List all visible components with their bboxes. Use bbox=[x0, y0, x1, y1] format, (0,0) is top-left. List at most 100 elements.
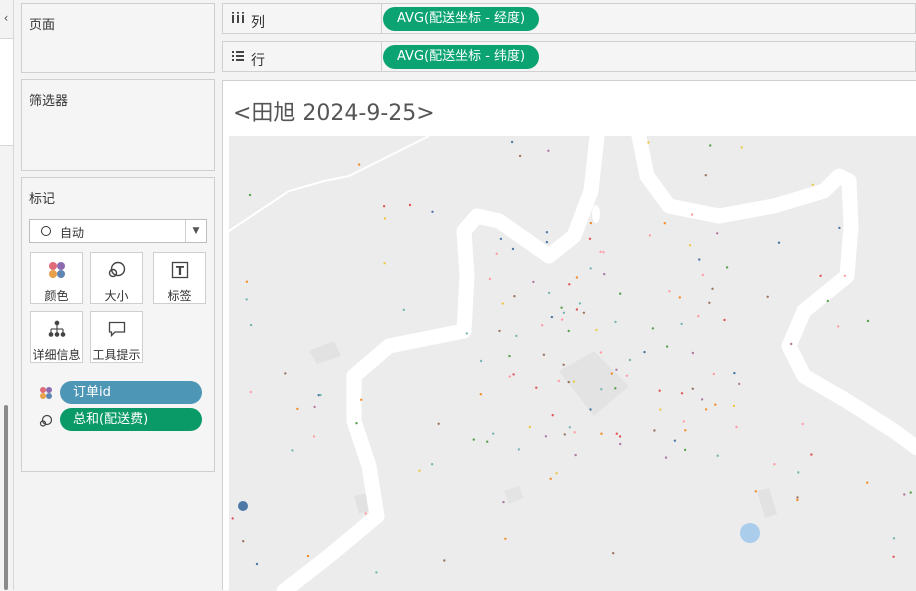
map-point[interactable] bbox=[712, 372, 715, 376]
map-point[interactable] bbox=[796, 498, 799, 502]
map-point[interactable] bbox=[573, 431, 576, 434]
map-point[interactable] bbox=[245, 298, 248, 301]
columns-pill-longitude[interactable]: AVG(配送坐标 - 经度) bbox=[383, 7, 540, 31]
map-point[interactable] bbox=[595, 328, 598, 332]
map-point[interactable] bbox=[472, 438, 475, 441]
map-point[interactable] bbox=[501, 302, 504, 305]
map-point[interactable] bbox=[716, 232, 719, 235]
map-point[interactable] bbox=[740, 146, 743, 149]
map-point[interactable] bbox=[492, 432, 495, 435]
map-point[interactable] bbox=[711, 287, 714, 290]
map-point[interactable] bbox=[567, 329, 570, 333]
map-point[interactable] bbox=[843, 274, 847, 277]
chevron-down-icon[interactable]: ▼ bbox=[185, 220, 206, 242]
map-point[interactable] bbox=[567, 380, 570, 384]
map-point[interactable] bbox=[541, 324, 544, 327]
field-pill-order-id[interactable]: 订单id bbox=[60, 381, 202, 404]
map-point[interactable] bbox=[575, 308, 579, 311]
map-point[interactable] bbox=[723, 318, 726, 322]
map-point[interactable] bbox=[704, 408, 708, 411]
map-point[interactable] bbox=[284, 372, 287, 375]
map-point[interactable] bbox=[574, 453, 577, 457]
map-point[interactable] bbox=[599, 351, 603, 354]
map-point[interactable] bbox=[568, 283, 571, 286]
map-point[interactable] bbox=[651, 327, 655, 330]
map-point[interactable] bbox=[248, 193, 252, 197]
map-point[interactable] bbox=[732, 404, 736, 408]
map-point[interactable] bbox=[437, 422, 440, 425]
map-point[interactable] bbox=[682, 420, 685, 423]
map-point[interactable] bbox=[664, 456, 668, 459]
map-point[interactable] bbox=[560, 306, 563, 309]
map-point[interactable] bbox=[866, 481, 869, 484]
map-point[interactable] bbox=[545, 231, 549, 234]
map-point[interactable] bbox=[443, 559, 446, 562]
map-point[interactable] bbox=[499, 237, 503, 241]
map-point[interactable] bbox=[714, 403, 717, 406]
map-point[interactable] bbox=[612, 552, 615, 555]
map-point[interactable] bbox=[683, 448, 687, 452]
sheet-title[interactable]: <田旭 2024-9-25> bbox=[233, 95, 435, 127]
map-point[interactable] bbox=[819, 274, 822, 277]
map-point[interactable] bbox=[510, 140, 514, 144]
map-point[interactable] bbox=[563, 433, 566, 436]
tooltip-button[interactable]: 工具提示 bbox=[90, 311, 143, 363]
map-point[interactable] bbox=[665, 345, 669, 348]
map-point[interactable] bbox=[680, 322, 683, 326]
map-point[interactable] bbox=[549, 477, 552, 480]
map-point[interactable] bbox=[528, 425, 531, 429]
map-point[interactable] bbox=[603, 272, 606, 276]
map-point[interactable] bbox=[663, 222, 666, 225]
map-point[interactable] bbox=[810, 453, 813, 456]
size-button[interactable]: 大小 bbox=[90, 252, 143, 304]
map-point[interactable] bbox=[684, 429, 687, 432]
map-point[interactable] bbox=[701, 273, 704, 277]
map-point[interactable] bbox=[488, 277, 492, 281]
map-point[interactable] bbox=[418, 469, 421, 472]
map-point[interactable] bbox=[811, 183, 814, 186]
map-point[interactable] bbox=[502, 500, 505, 504]
map-point[interactable] bbox=[698, 258, 701, 261]
map-point[interactable] bbox=[709, 144, 712, 147]
label-button[interactable]: T 标签 bbox=[153, 252, 206, 304]
map-point[interactable] bbox=[610, 372, 613, 375]
map-point[interactable] bbox=[708, 301, 711, 304]
map-point[interactable] bbox=[511, 247, 515, 251]
map-point[interactable] bbox=[903, 493, 906, 496]
map-mark-large[interactable] bbox=[238, 501, 248, 511]
map-point[interactable] bbox=[479, 393, 482, 396]
map-point[interactable] bbox=[773, 463, 776, 466]
map-point[interactable] bbox=[532, 280, 535, 284]
map-point[interactable] bbox=[465, 332, 468, 335]
map-point[interactable] bbox=[555, 472, 558, 475]
map-point[interactable] bbox=[542, 353, 546, 356]
map-mark-large[interactable] bbox=[740, 523, 760, 543]
rows-pill-latitude[interactable]: AVG(配送坐标 - 纬度) bbox=[383, 45, 540, 69]
map-point[interactable] bbox=[249, 323, 253, 327]
map-point[interactable] bbox=[697, 315, 700, 318]
map-point[interactable] bbox=[255, 562, 259, 566]
map-point[interactable] bbox=[738, 382, 741, 386]
map-point[interactable] bbox=[357, 163, 361, 166]
map-point[interactable] bbox=[716, 454, 719, 457]
map-point[interactable] bbox=[550, 315, 554, 319]
map-point[interactable] bbox=[249, 390, 252, 394]
map-point[interactable] bbox=[383, 217, 387, 220]
map-point[interactable] bbox=[568, 426, 571, 429]
map-point[interactable] bbox=[777, 241, 781, 244]
pages-card[interactable]: 页面 bbox=[21, 3, 215, 73]
map-point[interactable] bbox=[725, 266, 729, 269]
map-point[interactable] bbox=[614, 387, 617, 390]
map-point[interactable] bbox=[691, 351, 695, 355]
map-point[interactable] bbox=[625, 374, 629, 377]
map-point[interactable] bbox=[866, 319, 870, 323]
rows-shelf[interactable]: 行 AVG(配送坐标 - 纬度) bbox=[222, 41, 916, 72]
map-point[interactable] bbox=[614, 320, 617, 324]
map-point[interactable] bbox=[700, 398, 704, 401]
map-point[interactable] bbox=[535, 386, 538, 389]
map-point[interactable] bbox=[312, 435, 316, 438]
map-point[interactable] bbox=[291, 449, 294, 452]
map-point[interactable] bbox=[588, 237, 592, 240]
map-point[interactable] bbox=[648, 234, 652, 237]
left-scrollbar[interactable] bbox=[4, 405, 8, 590]
